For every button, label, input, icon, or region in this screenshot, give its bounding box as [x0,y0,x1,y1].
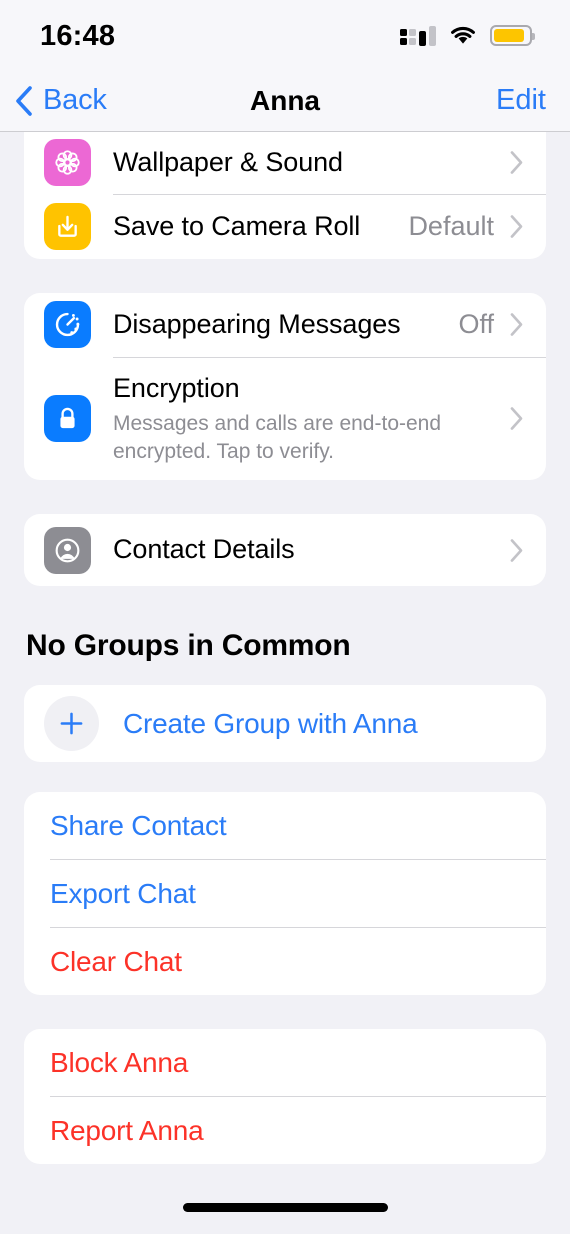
edit-button[interactable]: Edit [496,84,546,117]
status-bar: 16:48 [0,0,570,70]
chevron-right-icon [510,215,523,239]
status-bar-time: 16:48 [40,19,116,52]
row-label: Disappearing Messages [113,308,401,339]
navigation-bar: Back Anna Edit [0,70,570,132]
block-contact-button[interactable]: Block Anna [24,1029,546,1096]
chevron-right-icon [510,313,523,337]
settings-group-privacy: Disappearing Messages Off Encryption Mes… [24,292,546,481]
save-download-icon [44,203,91,251]
home-indicator-area [0,1194,570,1234]
action-label: Clear Chat [50,945,182,977]
timer-icon [44,301,91,349]
action-label: Export Chat [50,877,196,909]
chevron-right-icon [510,151,523,175]
create-group-card: Create Group with Anna [24,685,546,763]
phone-screen: 16:48 Back Anna Edit Wallpaper & Sound S… [0,0,570,1234]
group-gap [24,762,546,792]
cellular-signal-icon [400,24,436,46]
row-label: Contact Details [113,534,295,565]
export-chat-button[interactable]: Export Chat [24,860,546,927]
danger-actions-group: Block Anna Report Anna [24,1029,546,1165]
action-label: Block Anna [50,1046,189,1078]
back-button-label: Back [43,84,107,116]
row-body: Disappearing Messages [113,294,448,356]
groups-in-common-header: No Groups in Common [26,629,351,663]
action-label: Report Anna [50,1114,204,1146]
row-wallpaper-and-sound[interactable]: Wallpaper & Sound [24,132,546,194]
status-bar-indicators [400,24,535,46]
row-encryption[interactable]: Encryption Messages and calls are end-to… [24,358,546,480]
row-body: Encryption Messages and calls are end-to… [113,358,494,480]
row-body: Save to Camera Roll [113,196,398,258]
settings-group-contact: Contact Details [24,514,546,587]
row-label: Encryption [113,372,240,403]
contact-person-icon [44,526,91,574]
settings-scroll-area[interactable]: Wallpaper & Sound Save to Camera Roll De… [0,132,570,1194]
row-contact-details[interactable]: Contact Details [24,514,546,586]
plus-icon [44,696,99,752]
settings-group-wallpaper-save: Wallpaper & Sound Save to Camera Roll De… [24,132,546,259]
lock-icon [44,395,91,443]
row-value: Default [408,211,494,242]
wifi-icon [451,26,475,44]
action-label: Share Contact [50,809,227,841]
row-label: Wallpaper & Sound [113,147,343,177]
row-body: Contact Details [113,519,494,581]
group-gap [24,259,546,293]
create-group-button[interactable]: Create Group with Anna [24,685,546,762]
row-save-to-camera-roll[interactable]: Save to Camera Roll Default [24,195,546,259]
row-value: Off [458,309,494,340]
row-body: Wallpaper & Sound [113,132,494,194]
row-label: Save to Camera Roll [113,210,361,241]
share-contact-button[interactable]: Share Contact [24,792,546,859]
chevron-right-icon [510,407,523,431]
group-gap [24,995,546,1029]
wallpaper-flower-icon [44,139,91,187]
back-button[interactable]: Back [14,84,107,117]
row-disappearing-messages[interactable]: Disappearing Messages Off [24,293,546,357]
chevron-left-icon [16,85,32,116]
chevron-right-icon [510,538,523,562]
chat-actions-group: Share Contact Export Chat Clear Chat [24,792,546,996]
battery-icon [490,24,535,46]
group-gap [24,480,546,514]
row-subtitle: Messages and calls are end-to-end encryp… [113,411,442,463]
clear-chat-button[interactable]: Clear Chat [24,928,546,995]
home-indicator[interactable] [182,1202,388,1212]
create-group-label: Create Group with Anna [123,707,418,739]
report-contact-button[interactable]: Report Anna [24,1097,546,1164]
